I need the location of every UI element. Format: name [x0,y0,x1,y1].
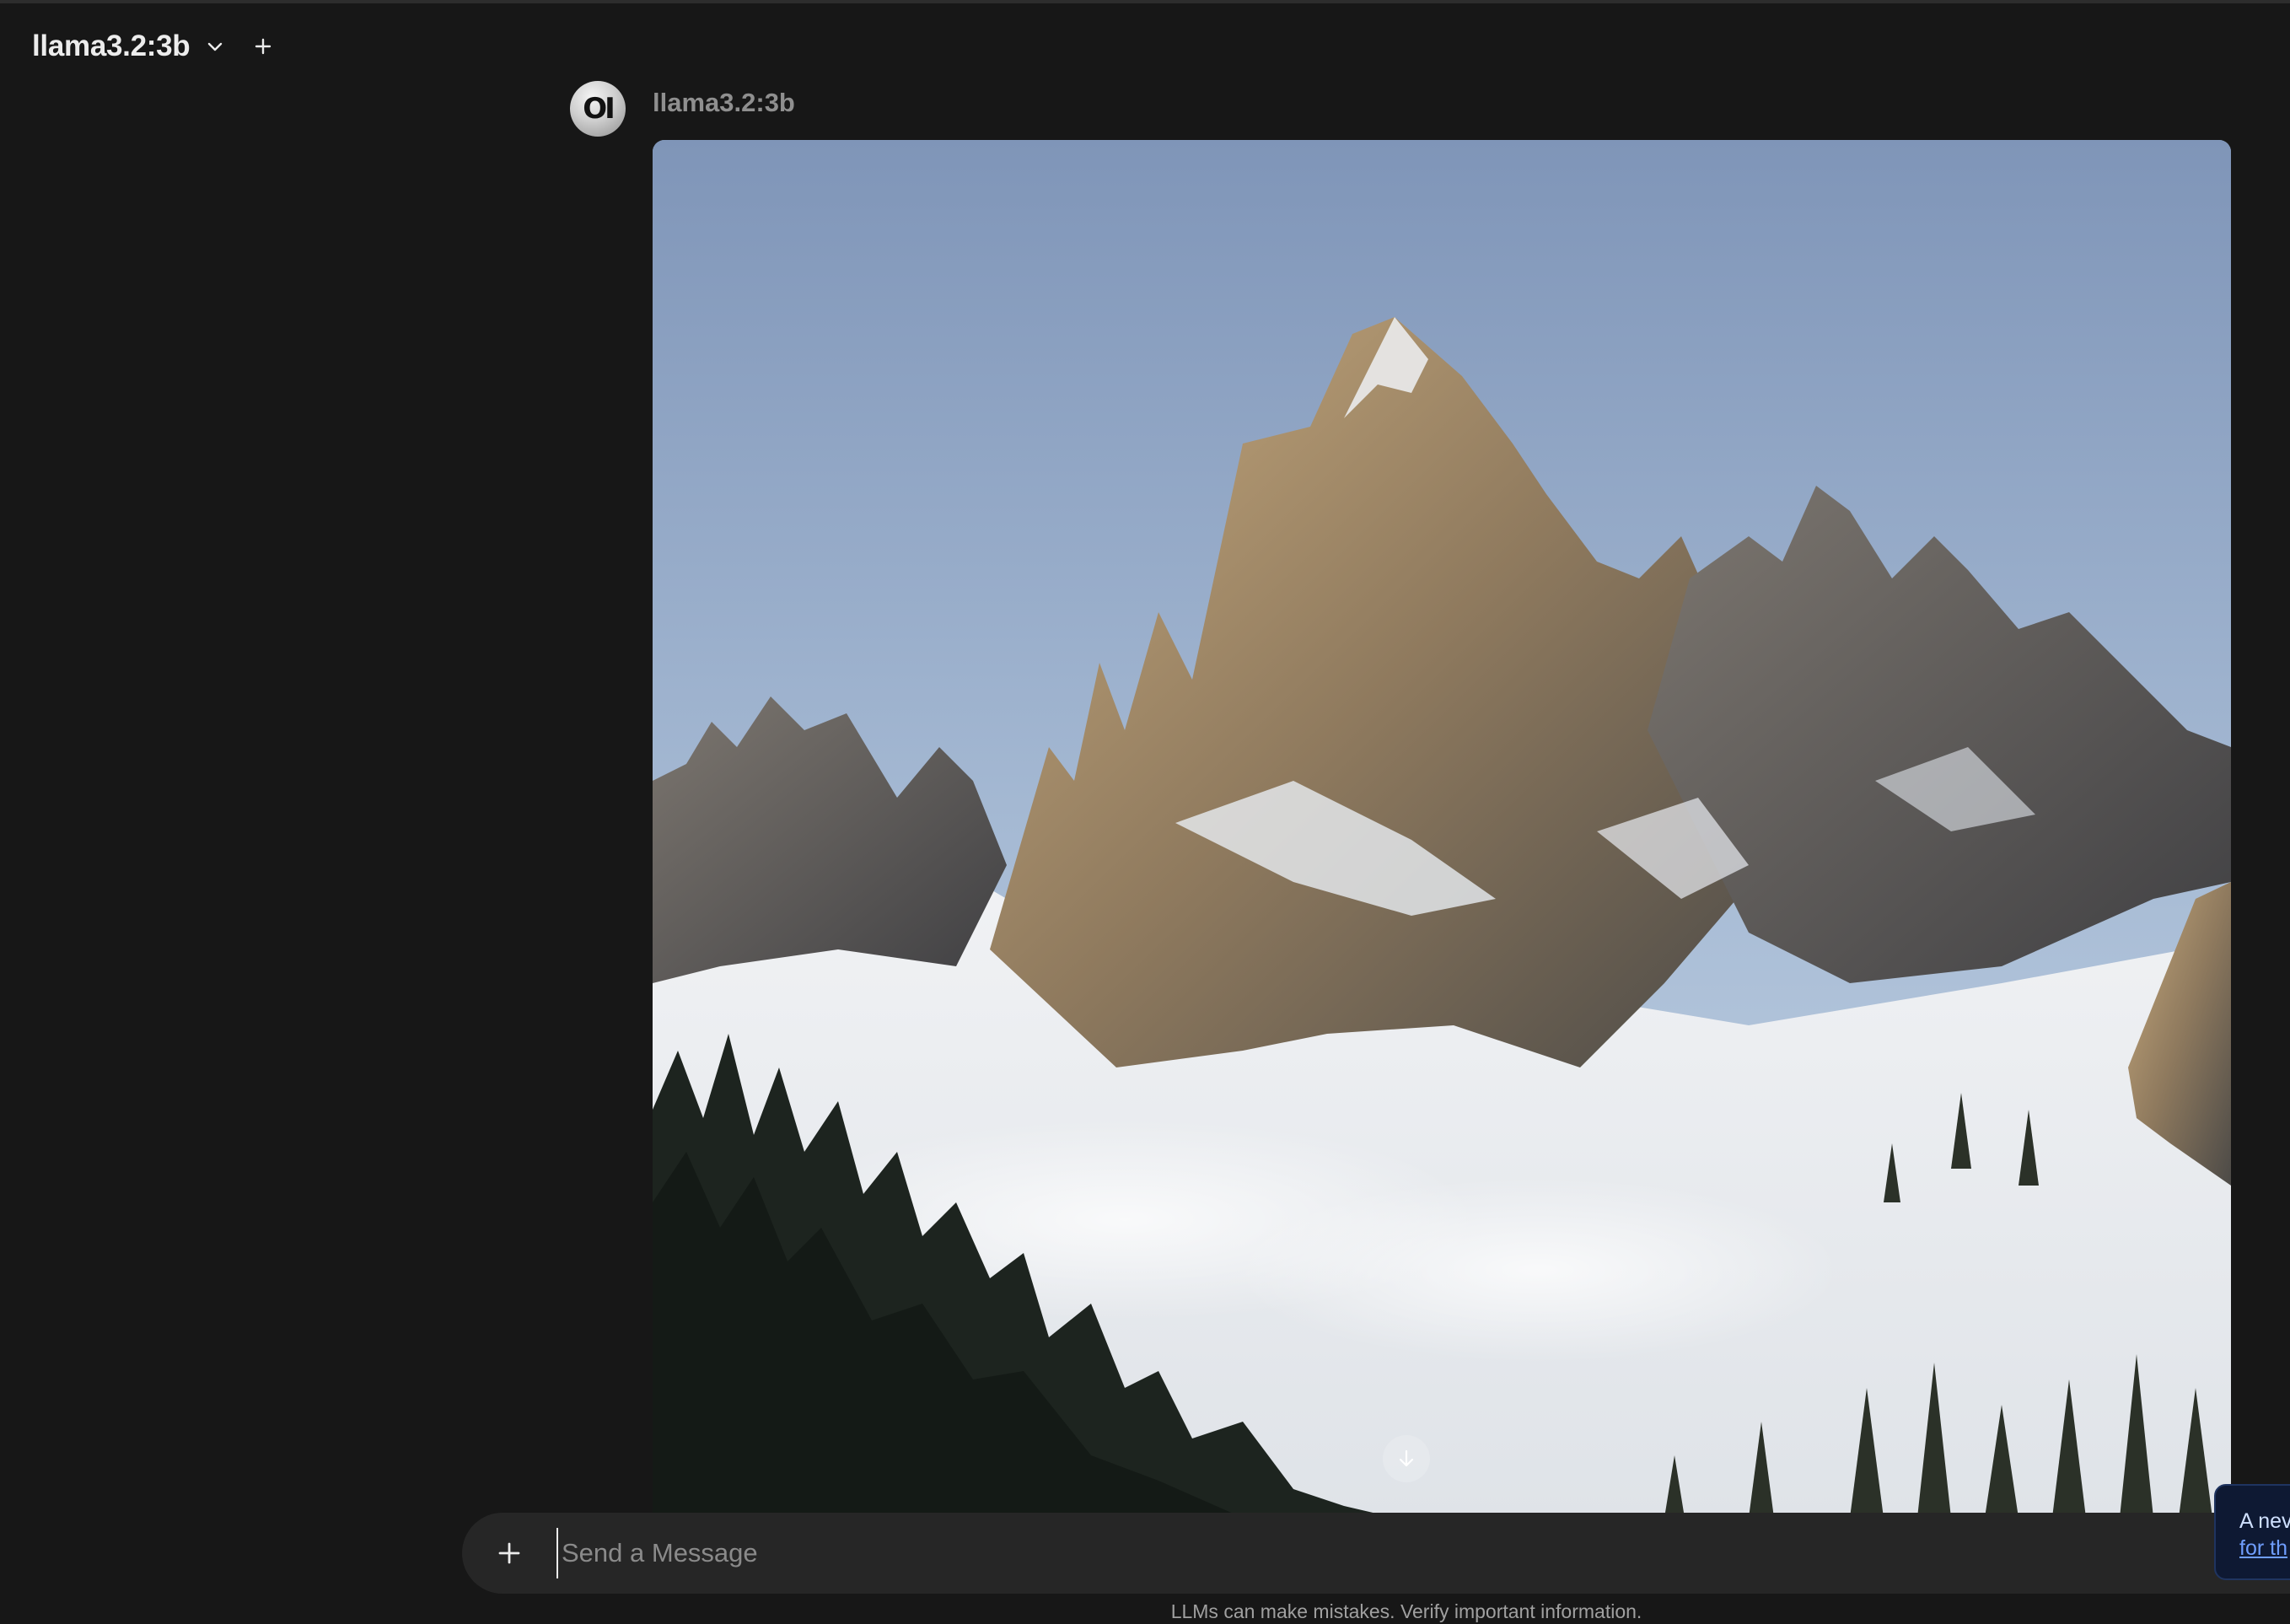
arrow-down-icon [1399,1449,1414,1467]
avatar-logo-text: OI [583,92,616,126]
assistant-avatar: OI [570,81,626,137]
new-chat-button[interactable] [250,34,276,59]
model-name: llama3.2:3b [32,30,191,62]
message-composer [462,1513,2290,1594]
scroll-to-bottom-button[interactable] [1383,1435,1430,1482]
disclaimer-text: LLMs can make mistakes. Verify important… [1170,1600,1642,1622]
plus-icon [498,1542,520,1564]
message-sender-name: llama3.2:3b [653,88,795,117]
toast-message: A nev [2239,1509,2290,1533]
toast-link[interactable]: for th [2239,1535,2290,1562]
model-selector[interactable]: llama3.2:3b [32,30,225,63]
plus-icon [255,38,271,55]
mountain-image [653,140,2231,1518]
update-toast[interactable]: A nev for th [2214,1484,2290,1580]
chat-page: llama3.2:3b OI llama3.2:3b Send a Messag… [0,0,2290,1624]
message-input[interactable] [556,1528,2290,1578]
window-top-border [0,0,2290,3]
chevron-down-icon [205,36,225,56]
attach-button[interactable] [492,1536,526,1570]
generated-image[interactable] [653,140,2231,1518]
chat-header: llama3.2:3b [32,25,276,67]
